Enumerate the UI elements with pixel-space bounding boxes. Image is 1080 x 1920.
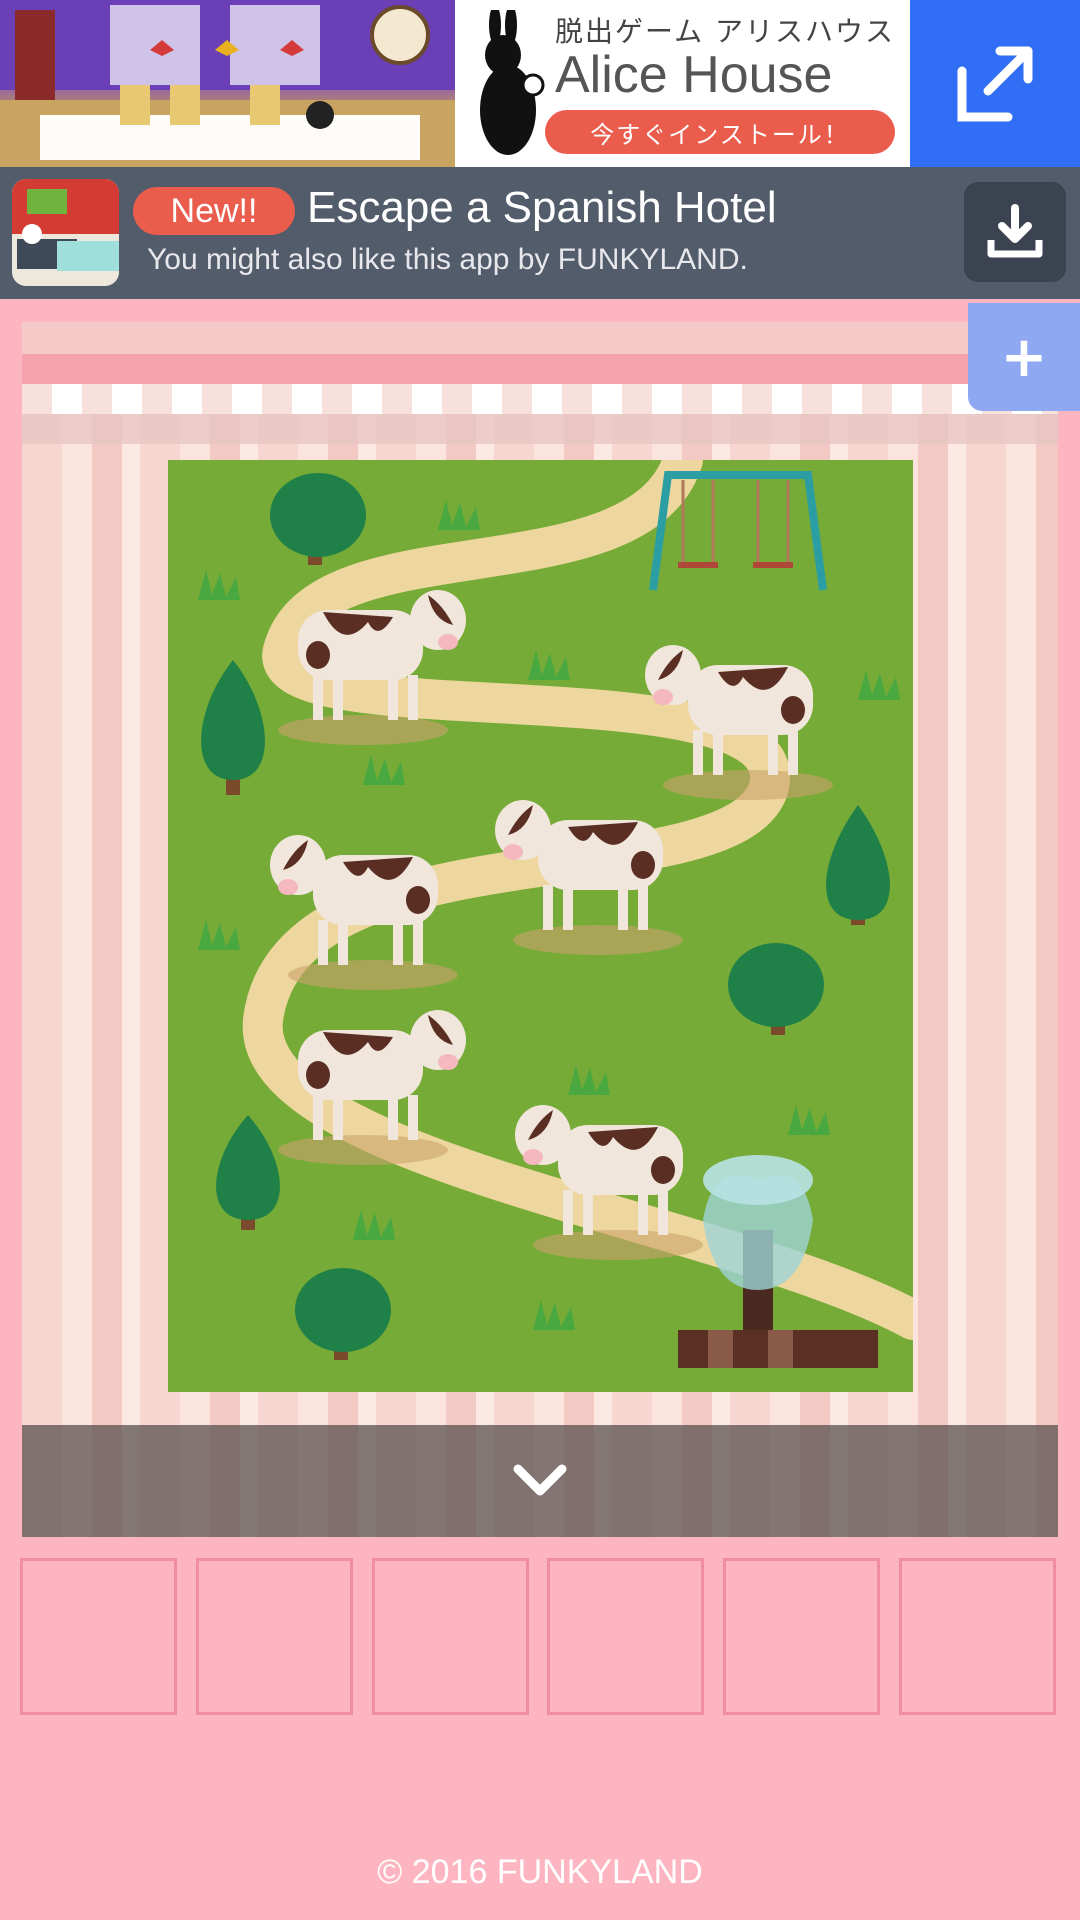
ad-install-button[interactable]: 今すぐインストール！: [545, 110, 895, 154]
hotel-room-thumbnail: [12, 179, 119, 286]
molding-shadow: [22, 414, 1058, 444]
ad-open-button[interactable]: [910, 0, 1080, 167]
inventory-slot[interactable]: [372, 1558, 529, 1715]
cow-pasture-painting[interactable]: [168, 440, 933, 1392]
promo-title: Escape a Spanish Hotel: [307, 183, 777, 232]
ceiling-trim: [22, 322, 1058, 354]
scene-nav-bar[interactable]: [22, 1425, 1058, 1537]
app-promo-banner[interactable]: New!! Escape a Spanish Hotel You might a…: [0, 167, 1080, 299]
inventory-slot[interactable]: [196, 1558, 353, 1715]
inventory-slot[interactable]: [547, 1558, 704, 1715]
copyright-text: © 2016 FUNKYLAND: [377, 1853, 703, 1891]
wall-rail: [22, 354, 1058, 384]
external-link-icon: [957, 46, 1033, 121]
inventory-slot[interactable]: [20, 1558, 177, 1715]
rabbit-logo-icon: [480, 10, 545, 155]
wall-molding: [22, 384, 1058, 414]
new-badge: New!!: [133, 187, 295, 235]
app-icon[interactable]: [12, 179, 119, 286]
pasture-illustration: [168, 440, 933, 1392]
zoom-plus-button[interactable]: +: [968, 303, 1080, 411]
ad-japanese-caption: 脱出ゲーム アリスハウス: [555, 15, 896, 48]
ad-room-image[interactable]: [0, 0, 455, 167]
ad-room-illustration: [0, 0, 455, 167]
inventory-slot[interactable]: [723, 1558, 880, 1715]
inventory-slot[interactable]: [899, 1558, 1056, 1715]
ad-title: Alice House: [555, 46, 833, 104]
download-button[interactable]: [964, 182, 1066, 282]
game-scene[interactable]: [22, 322, 1058, 1537]
download-icon: [987, 204, 1043, 258]
chevron-down-icon[interactable]: [510, 1461, 570, 1501]
promo-subtitle: You might also like this app by FUNKYLAN…: [147, 243, 748, 276]
top-ad-banner[interactable]: 脱出ゲーム アリスハウス Alice House 今すぐインストール！: [0, 0, 1080, 167]
ad-text-area[interactable]: 脱出ゲーム アリスハウス Alice House 今すぐインストール！: [455, 0, 910, 167]
